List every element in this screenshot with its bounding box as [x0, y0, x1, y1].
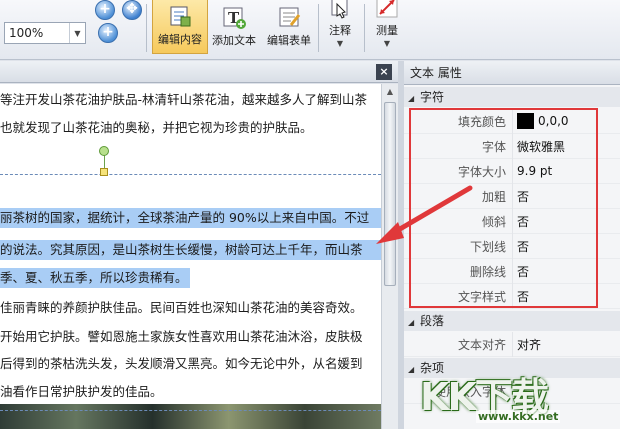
prop-fill-color[interactable]: 填充颜色 0,0,0 — [404, 108, 620, 134]
category-char[interactable]: ◢ 字符 — [404, 87, 620, 107]
text-line[interactable]: 开始用它护肤。譬如恩施土家族女性喜欢用山茶花油沐浴，皮肤极 — [0, 327, 363, 347]
pan-button[interactable]: ✥ — [122, 0, 142, 20]
prop-strikethrough[interactable]: 删除线否 — [404, 258, 620, 284]
pan-icon: ✥ — [126, 1, 138, 17]
measure-button[interactable]: 测量 ▼ — [368, 0, 406, 54]
prop-font-size[interactable]: 字体大小 9.9 pt — [404, 158, 620, 184]
vertical-scrollbar[interactable]: ▲ — [381, 84, 398, 429]
zoom-select[interactable]: 100% ▼ — [4, 22, 86, 44]
text-line-selected[interactable]: 的说法。究其原因，是山茶树生长缓慢，树龄可达上千年，而山茶 — [0, 240, 381, 260]
text-line[interactable]: 佳丽青睐的养颜护肤佳品。民间百姓也深知山茶花油的美容奇效。 — [0, 298, 363, 318]
scrollbar-thumb[interactable] — [384, 102, 396, 286]
text-line-selected[interactable]: 季、夏、秋五季，所以珍贵稀有。 — [0, 268, 190, 288]
add-text-icon: T — [222, 5, 246, 29]
prop-italic[interactable]: 倾斜否 — [404, 208, 620, 234]
measure-icon — [375, 0, 399, 19]
collapse-icon: ◢ — [408, 318, 415, 327]
zoom-in-button[interactable]: + — [95, 0, 115, 20]
collapse-icon: ◢ — [408, 94, 415, 103]
edit-content-icon — [168, 4, 192, 28]
prop-text-align[interactable]: 文本对齐 对齐 — [404, 331, 620, 357]
selection-frame-bottom — [0, 410, 381, 411]
text-line[interactable]: 也就发现了山茶花油的奥秘，并把它视为珍贵的护肤品。 — [0, 118, 313, 138]
document-tab-bar: × — [0, 61, 398, 83]
edit-content-button[interactable]: 编辑内容 — [152, 0, 208, 54]
annotate-button[interactable]: 注释 ▼ — [322, 0, 358, 54]
watermark-logo: KK下载 www.kkx.net — [420, 375, 561, 423]
prop-bold[interactable]: 加粗否 — [404, 183, 620, 209]
text-line-selected[interactable]: 丽茶树的国家，据统计，全球茶油产量的 90%以上来自中国。不过 — [0, 208, 381, 228]
text-line[interactable]: 等注开发山茶花油护肤品-林清轩山茶花油，越来越多人了解到山茶 — [0, 90, 367, 110]
zoom-value: 100% — [9, 26, 44, 40]
prop-text-style[interactable]: 文字样式否 — [404, 283, 620, 309]
scroll-up-icon[interactable]: ▲ — [382, 84, 398, 100]
add-text-button[interactable]: T 添加文本 — [208, 0, 260, 54]
chevron-down-icon: ▼ — [69, 23, 85, 43]
close-icon[interactable]: × — [376, 64, 392, 80]
prop-underline[interactable]: 下划线否 — [404, 233, 620, 259]
annotate-icon — [328, 0, 352, 19]
text-line[interactable]: 后得到的茶枯洗头发，头发顺滑又黑亮。如今无论中外，从名媛到 — [0, 354, 363, 374]
edit-form-icon — [277, 5, 301, 29]
zoom-plus-button[interactable]: + — [98, 23, 118, 43]
embedded-image[interactable] — [0, 404, 381, 429]
edit-form-button[interactable]: 编辑表单 — [262, 0, 316, 54]
toolbar: + ✥ 100% ▼ + 编辑内容 T 添加文本 编辑表单 注释 ▼ 测量 ▼ — [0, 0, 620, 60]
category-paragraph[interactable]: ◢ 段落 — [404, 311, 620, 331]
chevron-down-icon: ▼ — [336, 39, 344, 48]
prop-font[interactable]: 字体 微软雅黑 — [404, 133, 620, 159]
selection-frame-top — [0, 174, 381, 175]
properties-title: 文本 属性 — [404, 61, 620, 85]
toolbar-separator — [364, 4, 365, 52]
rotate-handle[interactable] — [99, 146, 109, 156]
chevron-down-icon: ▼ — [383, 39, 391, 48]
document-page[interactable]: 等注开发山茶花油护肤品-林清轩山茶花油，越来越多人了解到山茶 也就发现了山茶花油… — [0, 84, 381, 429]
resize-handle[interactable] — [100, 168, 108, 176]
text-line[interactable]: 油看作日常护肤护发的佳品。 — [0, 382, 163, 402]
toolbar-separator — [318, 4, 319, 52]
toolbar-separator — [146, 4, 147, 52]
color-swatch[interactable] — [517, 113, 534, 129]
